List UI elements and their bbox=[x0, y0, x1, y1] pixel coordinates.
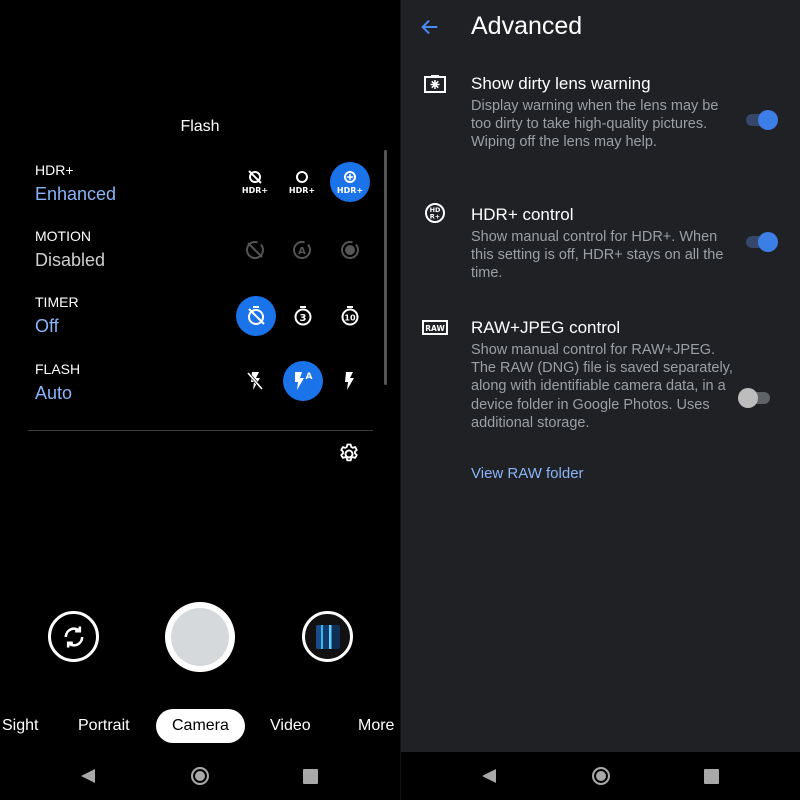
hdr-on-icon: HDR+ bbox=[289, 171, 315, 195]
svg-text:A: A bbox=[306, 372, 313, 382]
timer-3s-icon: 3 bbox=[294, 306, 312, 326]
system-nav-bar bbox=[401, 752, 800, 800]
flash-off-icon bbox=[246, 372, 264, 390]
mode-video[interactable]: Video bbox=[270, 709, 311, 743]
page-title: Advanced bbox=[471, 12, 583, 40]
flash-on-button[interactable] bbox=[329, 361, 369, 401]
timer-label: TIMER bbox=[35, 294, 79, 310]
settings-panel-title: Flash bbox=[180, 118, 220, 135]
motion-off-icon bbox=[246, 241, 264, 259]
hdr-setting-row: HDR+ Enhanced HDR+ HDR+ HDR+ bbox=[35, 162, 380, 222]
timer-off-icon bbox=[248, 306, 265, 325]
settings-divider bbox=[28, 430, 373, 431]
dirty-lens-icon bbox=[424, 75, 446, 93]
last-photo-thumbnail bbox=[315, 624, 340, 649]
setting-title: RAW+JPEG control bbox=[471, 318, 621, 337]
system-nav-bar bbox=[0, 752, 400, 800]
motion-label: MOTION bbox=[35, 228, 91, 244]
settings-scrollbar[interactable] bbox=[384, 150, 387, 385]
nav-back-icon[interactable] bbox=[81, 769, 95, 783]
mode-portrait[interactable]: Portrait bbox=[78, 709, 130, 743]
shutter-inner bbox=[171, 608, 229, 666]
mode-camera[interactable]: Camera bbox=[156, 709, 245, 743]
timer-setting-row: TIMER Off 3 10 bbox=[35, 294, 380, 354]
hdr-off-button[interactable]: HDR+ bbox=[235, 162, 275, 202]
raw-icon: RAW bbox=[422, 320, 448, 335]
svg-text:HDR+: HDR+ bbox=[242, 186, 268, 195]
switch-camera-button[interactable] bbox=[48, 611, 99, 662]
camera-mode-selector: Sight Portrait Camera Video More bbox=[0, 709, 400, 743]
svg-text:3: 3 bbox=[300, 313, 307, 324]
back-arrow-icon[interactable] bbox=[419, 16, 441, 38]
flash-value: Auto bbox=[35, 383, 73, 403]
motion-off-button[interactable] bbox=[235, 230, 275, 270]
advanced-settings-screen: Advanced Show dirty lens warning Display… bbox=[400, 0, 800, 800]
flash-off-button[interactable] bbox=[235, 361, 275, 401]
flash-setting-row: FLASH Auto A bbox=[35, 361, 380, 421]
setting-description: Display warning when the lens may be too… bbox=[471, 98, 719, 151]
hdr-value: Enhanced bbox=[35, 184, 117, 204]
motion-value: Disabled bbox=[35, 250, 106, 270]
timer-value: Off bbox=[35, 316, 59, 336]
hdr-label: HDR+ bbox=[35, 162, 74, 178]
setting-title: Show dirty lens warning bbox=[471, 74, 651, 93]
flash-auto-icon: A bbox=[295, 372, 313, 390]
hdr-control-icon: HD R+ bbox=[425, 203, 445, 223]
timer-off-button[interactable] bbox=[236, 296, 276, 336]
nav-home-icon[interactable] bbox=[191, 767, 209, 785]
timer-10s-icon: 10 bbox=[341, 306, 359, 326]
raw-jpeg-toggle[interactable] bbox=[738, 388, 772, 408]
motion-on-icon bbox=[341, 241, 359, 259]
timer-10s-button[interactable]: 10 bbox=[330, 296, 370, 336]
svg-text:A: A bbox=[298, 246, 306, 257]
motion-on-button[interactable] bbox=[330, 230, 370, 270]
gallery-thumbnail-button[interactable] bbox=[302, 611, 353, 662]
svg-text:RAW: RAW bbox=[425, 324, 445, 333]
toggle-knob bbox=[758, 110, 778, 130]
mode-more[interactable]: More bbox=[358, 709, 394, 743]
flash-on-icon bbox=[345, 372, 354, 390]
timer-3s-button[interactable]: 3 bbox=[283, 296, 323, 336]
hdr-off-icon: HDR+ bbox=[242, 170, 268, 195]
flash-auto-button[interactable]: A bbox=[283, 361, 323, 401]
toggle-knob bbox=[738, 388, 758, 408]
gear-icon[interactable] bbox=[337, 442, 361, 466]
dirty-lens-toggle[interactable] bbox=[744, 110, 778, 130]
flash-label: FLASH bbox=[35, 361, 81, 377]
nav-recents-icon[interactable] bbox=[704, 769, 719, 784]
setting-description: Show manual control for RAW+JPEG. The RA… bbox=[471, 342, 733, 431]
svg-text:HDR+: HDR+ bbox=[337, 186, 363, 195]
svg-text:R+: R+ bbox=[430, 213, 440, 221]
nav-home-icon[interactable] bbox=[592, 767, 610, 785]
view-raw-folder-link[interactable]: View RAW folder bbox=[471, 465, 584, 482]
svg-text:HDR+: HDR+ bbox=[289, 186, 315, 195]
motion-auto-icon: A bbox=[293, 241, 311, 259]
hdr-enhanced-icon: HDR+ bbox=[337, 171, 363, 195]
setting-description: Show manual control for HDR+. When this … bbox=[471, 229, 724, 282]
nav-recents-icon[interactable] bbox=[303, 769, 318, 784]
motion-auto-button[interactable]: A bbox=[282, 230, 322, 270]
camera-screen: Flash HDR+ Enhanced HDR+ HDR+ HDR+ MOTIO… bbox=[0, 0, 400, 800]
setting-title: HDR+ control bbox=[471, 205, 574, 224]
hdr-on-button[interactable]: HDR+ bbox=[282, 162, 322, 202]
hdr-control-toggle[interactable] bbox=[744, 232, 778, 252]
motion-setting-row: MOTION Disabled A bbox=[35, 228, 380, 288]
nav-back-icon[interactable] bbox=[482, 769, 496, 783]
svg-text:10: 10 bbox=[344, 314, 356, 323]
mode-sight[interactable]: Sight bbox=[2, 709, 38, 743]
hdr-enhanced-button[interactable]: HDR+ bbox=[330, 162, 370, 202]
switch-camera-icon bbox=[64, 626, 83, 647]
shutter-button[interactable] bbox=[165, 602, 235, 672]
toggle-knob bbox=[758, 232, 778, 252]
